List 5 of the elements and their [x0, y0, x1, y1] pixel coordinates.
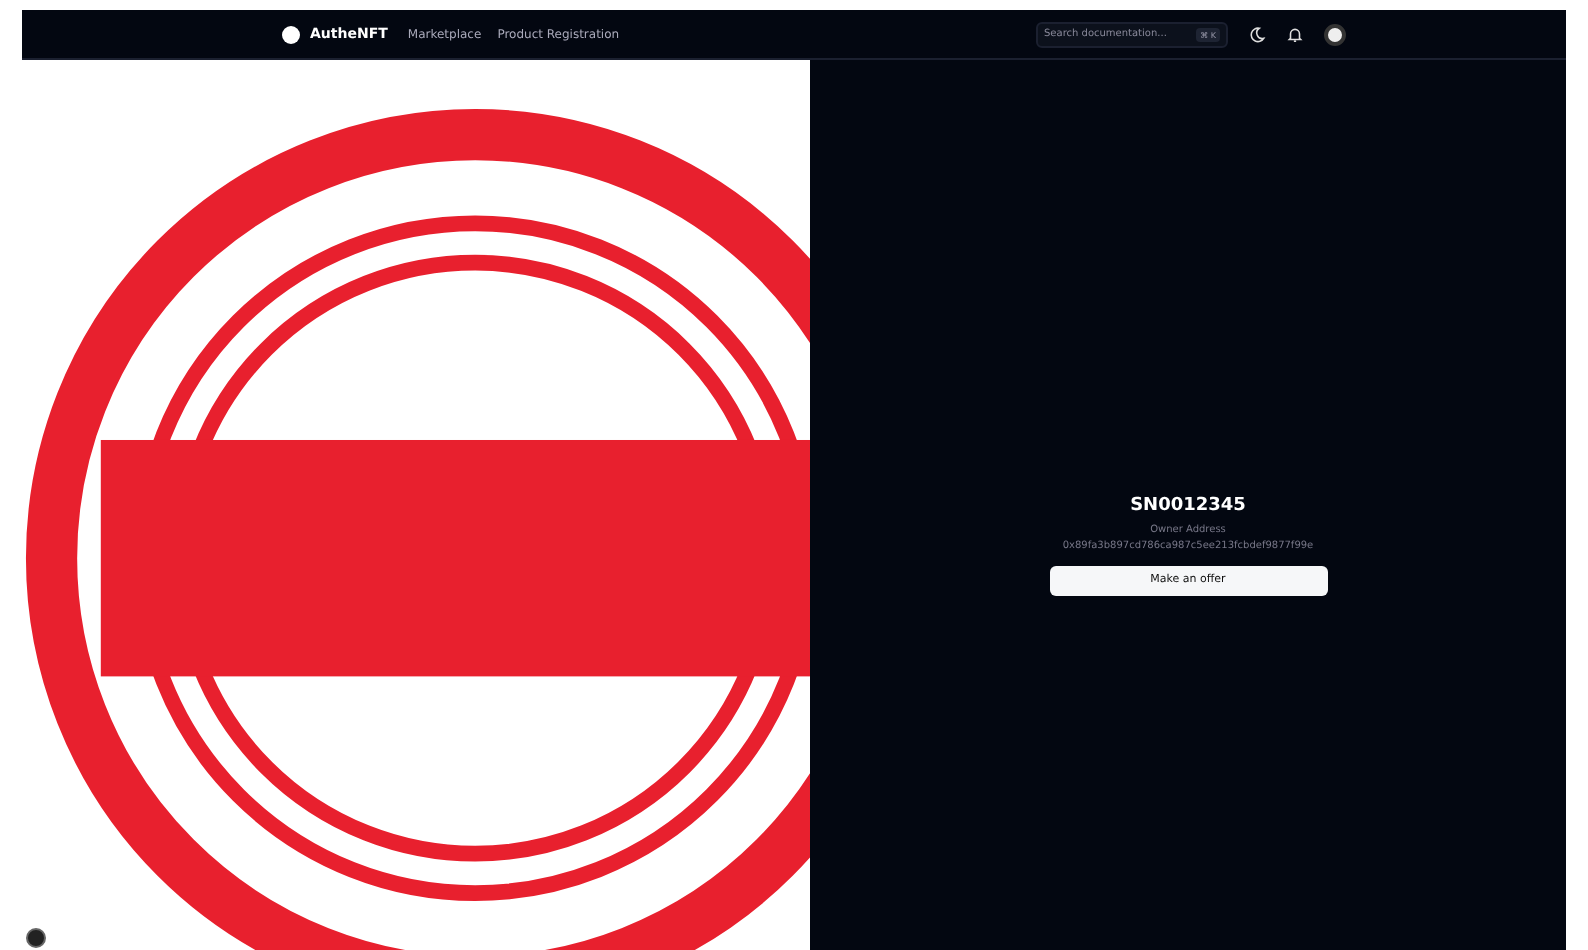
logo-icon	[282, 25, 300, 43]
serial-number: SN0012345	[1130, 495, 1246, 515]
bell-icon[interactable]	[1286, 25, 1304, 43]
moon-icon[interactable]	[1248, 25, 1266, 43]
avatar[interactable]	[1324, 23, 1346, 45]
